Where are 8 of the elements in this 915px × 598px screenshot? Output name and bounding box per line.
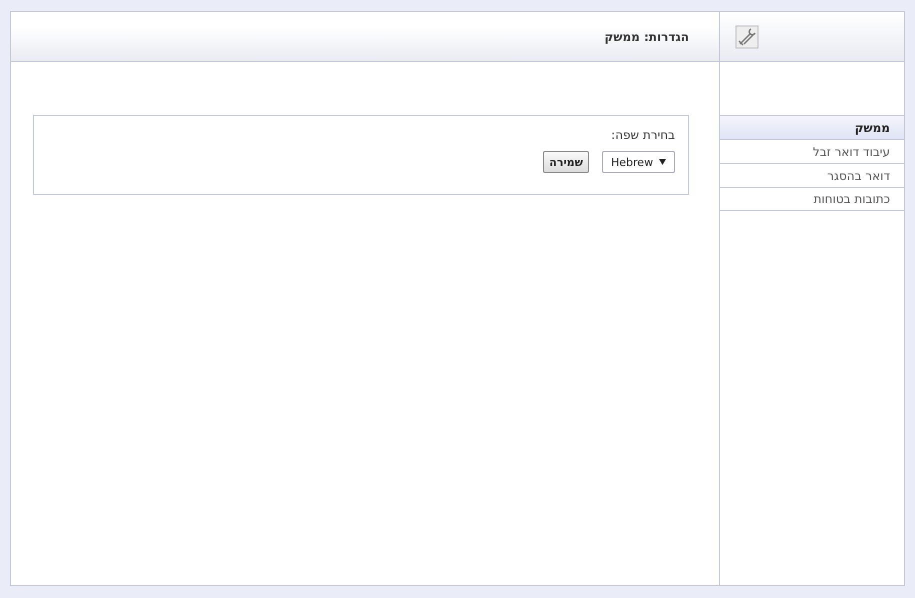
page-title: הגדרות: ממשק bbox=[604, 30, 689, 44]
caret-icon bbox=[659, 159, 666, 165]
save-button[interactable]: שמירה bbox=[543, 151, 589, 173]
language-select[interactable]: Hebrew bbox=[602, 151, 675, 173]
sidebar-item[interactable]: כתובות בטוחות bbox=[720, 187, 904, 211]
language-label: בחירת שפה: bbox=[610, 128, 675, 142]
sidebar-item[interactable]: ממשק bbox=[720, 115, 904, 139]
tools-icon bbox=[735, 24, 759, 48]
